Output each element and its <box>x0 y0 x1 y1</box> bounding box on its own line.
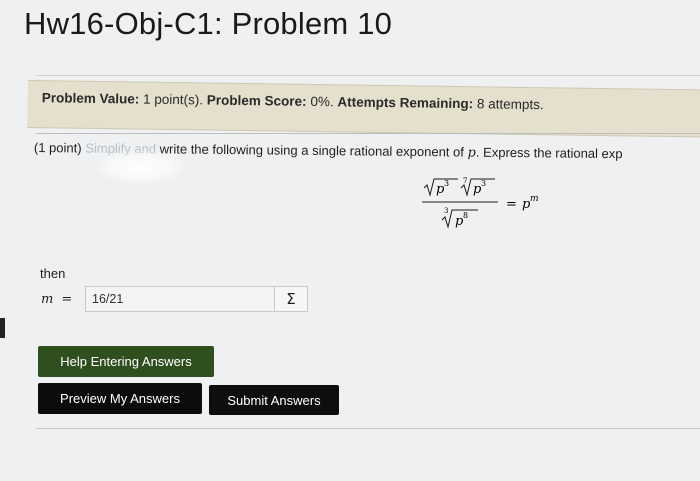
problem-points: (1 point) <box>33 140 82 156</box>
title-divider <box>36 75 700 76</box>
svg-text:3: 3 <box>481 179 486 188</box>
problem-text: write the following using a single ratio… <box>159 141 464 160</box>
problem-variable: p <box>467 145 476 161</box>
info-divider <box>36 133 700 134</box>
problem-score-label: Problem Score: <box>206 92 307 109</box>
screen-glare <box>96 150 186 184</box>
answer-equals: = <box>61 292 73 307</box>
numerator: p 3 7 p 3 <box>423 177 495 197</box>
attempts-remaining: 8 attempts. <box>476 96 544 113</box>
preview-answers-button[interactable]: Preview My Answers <box>38 383 202 414</box>
problem-value-label: Problem Value: <box>41 90 140 107</box>
problem-text-after: . Express the rational exp <box>475 144 623 162</box>
problem-value: 1 point(s). <box>142 91 204 108</box>
answer-input[interactable]: 16/21 <box>85 286 275 312</box>
result-exponent: m <box>530 194 539 204</box>
bottom-divider <box>36 428 700 429</box>
svg-text:8: 8 <box>463 211 468 220</box>
denominator: 3 p 8 <box>441 207 478 229</box>
svg-text:3: 3 <box>444 179 449 188</box>
svg-text:7: 7 <box>463 177 467 185</box>
equals-sign: = <box>506 197 517 212</box>
equation-editor-button[interactable]: Σ <box>275 286 308 312</box>
svg-text:3: 3 <box>444 207 448 215</box>
help-entering-answers-button[interactable]: Help Entering Answers <box>38 346 214 377</box>
problem-info-text: Problem Value: 1 point(s). Problem Score… <box>42 90 544 112</box>
problem-score: 0%. <box>310 93 334 110</box>
problem-info-bar: Problem Value: 1 point(s). Problem Score… <box>27 80 700 138</box>
page-title: Hw16-Obj-C1: Problem 10 <box>24 6 393 41</box>
answer-variable: m <box>41 292 54 307</box>
radical-equation: p 3 7 p 3 3 p 8 = p m <box>422 177 539 229</box>
submit-answers-button[interactable]: Submit Answers <box>209 385 339 415</box>
window-edge <box>0 318 5 338</box>
attempts-label: Attempts Remaining: <box>337 94 474 112</box>
then-label: then <box>40 266 66 281</box>
answer-label: m = <box>41 292 72 307</box>
